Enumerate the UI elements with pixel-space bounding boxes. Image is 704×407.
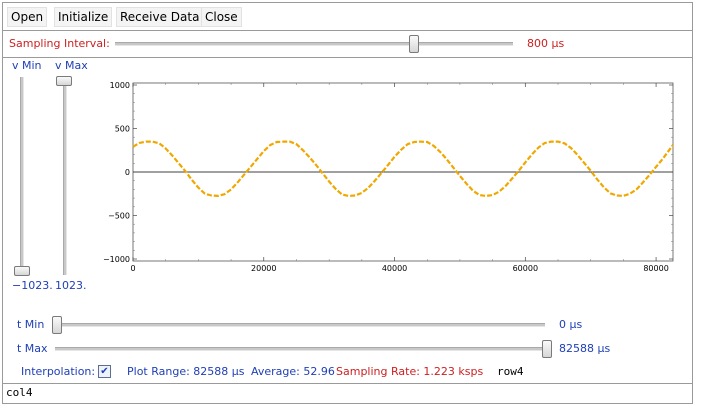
toolbar: Open Initialize Receive Data Close bbox=[3, 3, 692, 31]
sampling-interval-label: Sampling Interval: bbox=[9, 37, 110, 50]
waveform-series-line bbox=[132, 140, 674, 198]
v-max-slider-thumb[interactable] bbox=[56, 76, 72, 86]
x-tick-label: 40000 bbox=[382, 264, 407, 273]
receive-data-button[interactable]: Receive Data bbox=[116, 7, 204, 27]
sampling-interval-track[interactable] bbox=[115, 42, 513, 46]
t-min-slider-thumb[interactable] bbox=[52, 316, 62, 334]
waveform-plot: −1000 −500 0 500 1000 0 20000 40000 60000 80000 bbox=[103, 81, 674, 273]
sampling-interval-slider-thumb[interactable] bbox=[408, 35, 419, 53]
v-min-label: v Min bbox=[12, 59, 42, 72]
y-tick-label: 500 bbox=[115, 125, 130, 134]
x-tick-label: 0 bbox=[130, 264, 135, 273]
row-text: row4 bbox=[497, 365, 524, 378]
bottom-cell: col4 bbox=[3, 383, 692, 403]
y-tick-label: −500 bbox=[108, 211, 130, 220]
y-tick-label: 0 bbox=[125, 168, 130, 177]
y-tick-label: 1000 bbox=[110, 81, 130, 90]
sampling-rate-text: Sampling Rate: 1.223 ksps bbox=[336, 365, 484, 378]
plot-range-text: Plot Range: 82588 μs bbox=[127, 365, 245, 378]
t-max-slider-thumb[interactable] bbox=[542, 340, 552, 358]
close-button[interactable]: Close bbox=[201, 7, 242, 27]
average-text: Average: 52.96 bbox=[251, 365, 335, 378]
t-max-label: t Max bbox=[17, 342, 48, 355]
v-max-value: 1023. bbox=[55, 279, 87, 292]
t-min-slider-track[interactable] bbox=[55, 323, 545, 327]
check-icon: ✔ bbox=[100, 366, 109, 377]
t-max-value: 82588 μs bbox=[559, 342, 611, 355]
interpolation-checkbox[interactable]: ✔ bbox=[98, 365, 111, 378]
initialize-button[interactable]: Initialize bbox=[54, 7, 113, 27]
col-text: col4 bbox=[6, 386, 33, 399]
sampling-interval-value: 800 μs bbox=[527, 37, 565, 50]
v-min-value: −1023. bbox=[12, 279, 53, 292]
y-tick-label: −1000 bbox=[103, 255, 130, 264]
v-max-label: v Max bbox=[55, 59, 88, 72]
v-max-slider-track[interactable] bbox=[63, 77, 67, 275]
x-tick-label: 20000 bbox=[251, 264, 276, 273]
v-min-slider-track[interactable] bbox=[20, 77, 24, 275]
t-min-label: t Min bbox=[17, 318, 45, 331]
t-min-value: 0 μs bbox=[559, 318, 583, 331]
x-tick-label: 60000 bbox=[513, 264, 538, 273]
x-tick-label: 80000 bbox=[643, 264, 668, 273]
main-panel: Open Initialize Receive Data Close Sampl… bbox=[2, 2, 693, 404]
v-min-slider-thumb[interactable] bbox=[14, 266, 30, 276]
t-max-slider-track[interactable] bbox=[55, 347, 545, 351]
open-button[interactable]: Open bbox=[7, 7, 48, 27]
sampling-interval-row: Sampling Interval: 800 μs bbox=[3, 31, 692, 58]
interpolation-label: Interpolation: bbox=[21, 365, 96, 378]
